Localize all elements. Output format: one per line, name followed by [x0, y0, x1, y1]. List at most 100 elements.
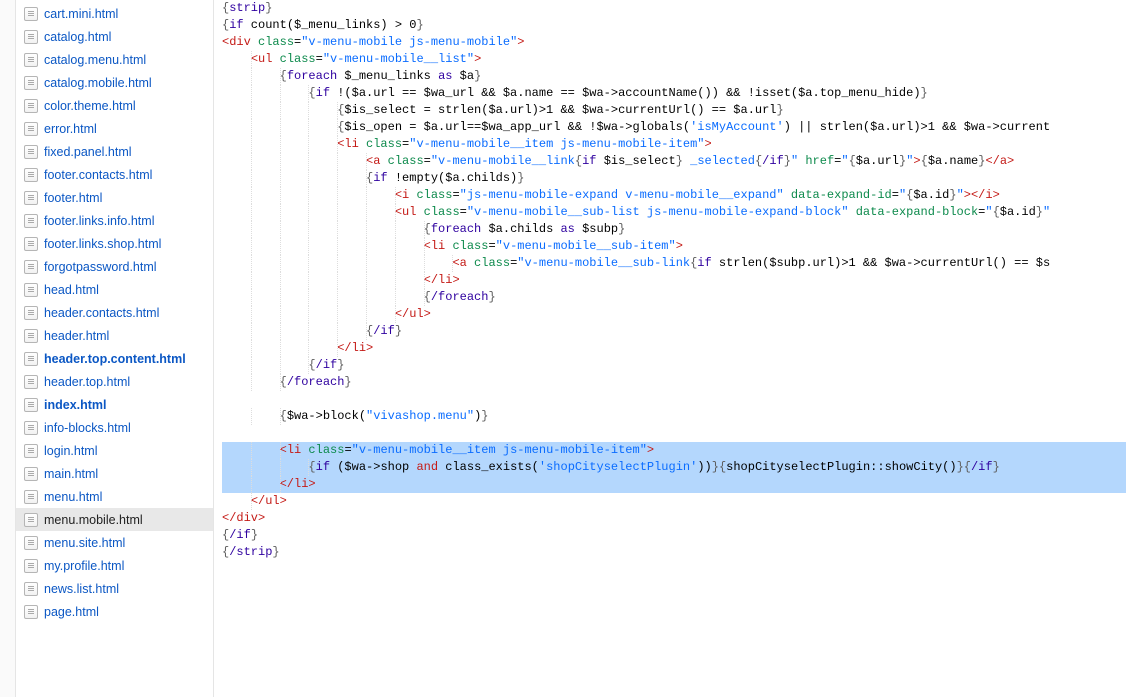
code-line[interactable]: {$is_select = strlen($a.url)>1 && $wa->c… [222, 102, 1126, 119]
file-item[interactable]: index.html [16, 393, 213, 416]
file-icon [24, 145, 38, 159]
file-label: footer.html [44, 191, 102, 205]
code-line[interactable]: {if !empty($a.childs)} [222, 170, 1126, 187]
file-label: catalog.mobile.html [44, 76, 152, 90]
file-item[interactable]: catalog.html [16, 25, 213, 48]
code-line[interactable] [222, 425, 1126, 442]
file-icon [24, 283, 38, 297]
file-icon [24, 513, 38, 527]
file-label: error.html [44, 122, 97, 136]
file-icon [24, 191, 38, 205]
code-line[interactable]: {/if} [222, 323, 1126, 340]
file-item[interactable]: my.profile.html [16, 554, 213, 577]
code-line[interactable]: <ul class="v-menu-mobile__sub-list js-me… [222, 204, 1126, 221]
code-line[interactable]: <a class="v-menu-mobile__sub-link{if str… [222, 255, 1126, 272]
file-label: main.html [44, 467, 98, 481]
file-item[interactable]: menu.site.html [16, 531, 213, 554]
code-line[interactable]: <ul class="v-menu-mobile__list"> [222, 51, 1126, 68]
left-gutter [0, 0, 16, 697]
code-line[interactable]: {/foreach} [222, 289, 1126, 306]
file-item[interactable]: info-blocks.html [16, 416, 213, 439]
file-icon [24, 306, 38, 320]
code-line[interactable]: {$is_open = $a.url==$wa_app_url && !$wa-… [222, 119, 1126, 136]
file-item[interactable]: menu.html [16, 485, 213, 508]
code-line[interactable]: <li class="v-menu-mobile__item js-menu-m… [222, 136, 1126, 153]
file-icon [24, 582, 38, 596]
code-line[interactable]: {if !($a.url == $wa_url && $a.name == $w… [222, 85, 1126, 102]
code-line[interactable]: {/if} [222, 357, 1126, 374]
file-icon [24, 99, 38, 113]
file-icon [24, 76, 38, 90]
code-line[interactable] [222, 391, 1126, 408]
file-label: fixed.panel.html [44, 145, 132, 159]
code-line[interactable]: {/foreach} [222, 374, 1126, 391]
file-icon [24, 605, 38, 619]
file-label: header.top.content.html [44, 352, 186, 366]
code-editor[interactable]: {strip}{if count($_menu_links) > 0}<div … [214, 0, 1126, 697]
file-label: color.theme.html [44, 99, 136, 113]
code-line[interactable]: </li> [222, 476, 1126, 493]
file-item[interactable]: header.html [16, 324, 213, 347]
code-line[interactable]: {if ($wa->shop and class_exists('shopCit… [222, 459, 1126, 476]
file-item[interactable]: head.html [16, 278, 213, 301]
file-sidebar[interactable]: cart.mini.html catalog.html catalog.menu.h… [16, 0, 214, 697]
file-icon [24, 559, 38, 573]
code-line[interactable]: {$wa->block("vivashop.menu")} [222, 408, 1126, 425]
file-label: cart.mini.html [44, 7, 118, 21]
code-line[interactable]: {/if} [222, 527, 1126, 544]
file-item[interactable]: login.html [16, 439, 213, 462]
file-icon [24, 490, 38, 504]
file-item[interactable]: catalog.mobile.html [16, 71, 213, 94]
code-line[interactable]: <a class="v-menu-mobile__link{if $is_sel… [222, 153, 1126, 170]
file-item[interactable]: news.list.html [16, 577, 213, 600]
code-line[interactable]: <i class="js-menu-mobile-expand v-menu-m… [222, 187, 1126, 204]
file-icon [24, 421, 38, 435]
file-label: page.html [44, 605, 99, 619]
file-label: login.html [44, 444, 98, 458]
code-line[interactable]: {strip} [222, 0, 1126, 17]
file-item[interactable]: header.top.html [16, 370, 213, 393]
file-item[interactable]: footer.contacts.html [16, 163, 213, 186]
file-item[interactable]: footer.links.info.html [16, 209, 213, 232]
file-item[interactable]: catalog.menu.html [16, 48, 213, 71]
code-line[interactable]: </ul> [222, 493, 1126, 510]
file-item[interactable]: fixed.panel.html [16, 140, 213, 163]
code-line[interactable]: <li class="v-menu-mobile__sub-item"> [222, 238, 1126, 255]
file-icon [24, 53, 38, 67]
code-line[interactable]: </li> [222, 340, 1126, 357]
file-icon [24, 7, 38, 21]
file-label: menu.html [44, 490, 102, 504]
file-item[interactable]: color.theme.html [16, 94, 213, 117]
file-icon [24, 375, 38, 389]
file-label: catalog.menu.html [44, 53, 146, 67]
file-icon [24, 168, 38, 182]
file-item[interactable]: main.html [16, 462, 213, 485]
file-item[interactable]: header.contacts.html [16, 301, 213, 324]
code-line[interactable]: {foreach $_menu_links as $a} [222, 68, 1126, 85]
file-icon [24, 398, 38, 412]
code-line[interactable]: {foreach $a.childs as $subp} [222, 221, 1126, 238]
file-icon [24, 237, 38, 251]
file-label: header.top.html [44, 375, 130, 389]
file-item[interactable]: error.html [16, 117, 213, 140]
file-item[interactable]: footer.links.shop.html [16, 232, 213, 255]
code-line[interactable]: <div class="v-menu-mobile js-menu-mobile… [222, 34, 1126, 51]
file-icon [24, 260, 38, 274]
file-item[interactable]: forgotpassword.html [16, 255, 213, 278]
file-item[interactable]: cart.mini.html [16, 2, 213, 25]
file-item[interactable]: footer.html [16, 186, 213, 209]
file-item[interactable]: menu.mobile.html [16, 508, 213, 531]
code-line[interactable]: {if count($_menu_links) > 0} [222, 17, 1126, 34]
code-line[interactable]: <li class="v-menu-mobile__item js-menu-m… [222, 442, 1126, 459]
code-line[interactable]: </li> [222, 272, 1126, 289]
file-label: menu.site.html [44, 536, 125, 550]
file-item[interactable]: header.top.content.html [16, 347, 213, 370]
code-line[interactable]: {/strip} [222, 544, 1126, 561]
code-line[interactable]: </div> [222, 510, 1126, 527]
file-item[interactable]: page.html [16, 600, 213, 623]
file-label: index.html [44, 398, 107, 412]
file-label: info-blocks.html [44, 421, 131, 435]
file-label: catalog.html [44, 30, 111, 44]
code-line[interactable]: </ul> [222, 306, 1126, 323]
file-icon [24, 352, 38, 366]
